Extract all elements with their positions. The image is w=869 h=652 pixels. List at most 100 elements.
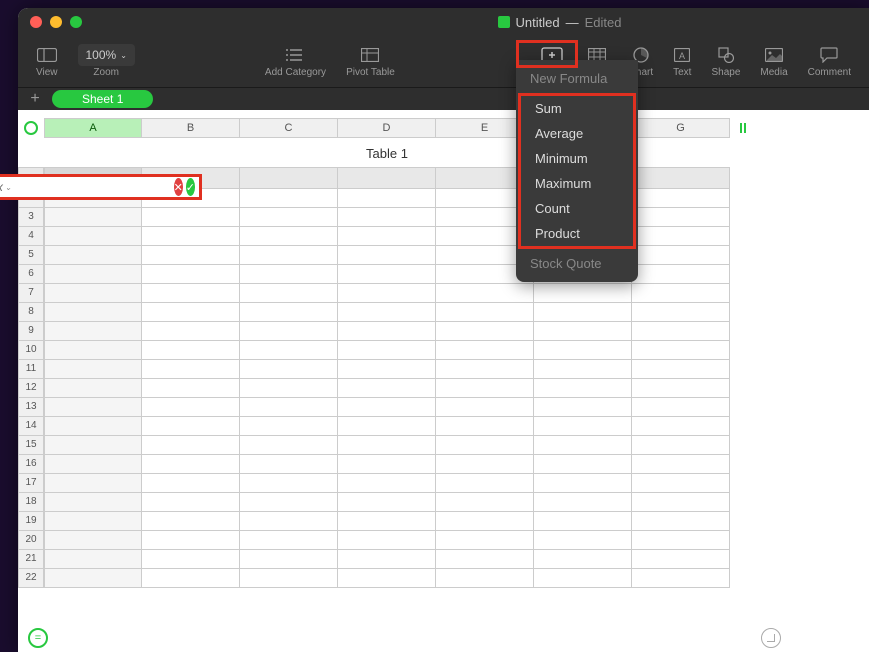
formula-accept-button[interactable]: ✓ xyxy=(186,178,195,196)
row-header[interactable]: 7 xyxy=(18,284,44,303)
cell[interactable] xyxy=(436,569,534,588)
row-header[interactable]: 17 xyxy=(18,474,44,493)
cell[interactable] xyxy=(142,246,240,265)
cell[interactable] xyxy=(534,341,632,360)
cell[interactable] xyxy=(436,474,534,493)
menu-stock-quote[interactable]: Stock Quote xyxy=(516,251,638,276)
menu-maximum[interactable]: Maximum xyxy=(521,171,633,196)
cell[interactable] xyxy=(338,246,436,265)
cell[interactable] xyxy=(44,550,142,569)
add-category-button[interactable]: Add Category xyxy=(255,36,336,87)
cell[interactable] xyxy=(632,512,730,531)
cell[interactable] xyxy=(44,246,142,265)
cell[interactable] xyxy=(240,569,338,588)
cell[interactable] xyxy=(44,360,142,379)
shape-button[interactable]: Shape xyxy=(701,36,750,87)
cell[interactable] xyxy=(240,550,338,569)
menu-sum[interactable]: Sum xyxy=(521,96,633,121)
cell[interactable] xyxy=(240,167,338,189)
row-header[interactable]: 10 xyxy=(18,341,44,360)
cell[interactable] xyxy=(44,322,142,341)
close-window-button[interactable] xyxy=(30,16,42,28)
cell[interactable] xyxy=(534,474,632,493)
cell[interactable] xyxy=(436,398,534,417)
view-button[interactable]: View xyxy=(26,36,68,87)
cell[interactable] xyxy=(44,227,142,246)
formula-shortcut-button[interactable]: = xyxy=(28,628,48,648)
cell[interactable] xyxy=(534,284,632,303)
cell[interactable] xyxy=(534,493,632,512)
cell[interactable] xyxy=(240,360,338,379)
cell[interactable] xyxy=(240,284,338,303)
cell[interactable] xyxy=(142,455,240,474)
cell[interactable] xyxy=(338,436,436,455)
cell[interactable] xyxy=(534,455,632,474)
cell[interactable] xyxy=(534,550,632,569)
cell[interactable] xyxy=(632,265,730,284)
fx-label[interactable]: fx⌄ xyxy=(0,180,16,194)
cell[interactable] xyxy=(436,379,534,398)
cell[interactable] xyxy=(534,436,632,455)
row-header[interactable]: 21 xyxy=(18,550,44,569)
zoom-control[interactable]: 100%⌄ Zoom xyxy=(68,36,145,87)
col-header-a[interactable]: A xyxy=(44,118,142,138)
cell[interactable] xyxy=(534,322,632,341)
row-header[interactable]: 20 xyxy=(18,531,44,550)
cell[interactable] xyxy=(44,284,142,303)
cell[interactable] xyxy=(436,303,534,322)
cell[interactable] xyxy=(142,512,240,531)
cell[interactable] xyxy=(632,474,730,493)
cell[interactable] xyxy=(142,265,240,284)
cell[interactable] xyxy=(142,208,240,227)
row-header[interactable]: 3 xyxy=(18,208,44,227)
cell[interactable] xyxy=(240,398,338,417)
cell[interactable] xyxy=(142,531,240,550)
col-header-b[interactable]: B xyxy=(142,118,240,138)
menu-new-formula[interactable]: New Formula xyxy=(516,66,638,91)
cell[interactable] xyxy=(44,417,142,436)
cell[interactable] xyxy=(632,379,730,398)
cell[interactable] xyxy=(338,360,436,379)
row-header[interactable]: 14 xyxy=(18,417,44,436)
cell[interactable] xyxy=(142,550,240,569)
cell[interactable] xyxy=(240,455,338,474)
cell[interactable] xyxy=(436,455,534,474)
cell[interactable] xyxy=(44,493,142,512)
cell[interactable] xyxy=(142,303,240,322)
cell[interactable] xyxy=(240,189,338,208)
cell[interactable] xyxy=(338,227,436,246)
row-header[interactable]: 11 xyxy=(18,360,44,379)
cell[interactable] xyxy=(632,303,730,322)
cell[interactable] xyxy=(240,265,338,284)
cell[interactable] xyxy=(632,341,730,360)
cell[interactable] xyxy=(338,322,436,341)
col-header-c[interactable]: C xyxy=(240,118,338,138)
cell[interactable] xyxy=(632,398,730,417)
cell[interactable] xyxy=(240,208,338,227)
formula-cancel-button[interactable]: ✕ xyxy=(174,178,183,196)
cell[interactable] xyxy=(142,360,240,379)
cell[interactable] xyxy=(142,474,240,493)
cell[interactable] xyxy=(240,493,338,512)
fullscreen-window-button[interactable] xyxy=(70,16,82,28)
cell[interactable] xyxy=(142,341,240,360)
cell[interactable] xyxy=(44,455,142,474)
cell[interactable] xyxy=(142,569,240,588)
cell[interactable] xyxy=(436,436,534,455)
cell[interactable] xyxy=(240,246,338,265)
cell[interactable] xyxy=(338,474,436,493)
cell[interactable] xyxy=(240,474,338,493)
cell[interactable] xyxy=(240,379,338,398)
cell[interactable] xyxy=(436,417,534,436)
cell[interactable] xyxy=(436,493,534,512)
col-header-g[interactable]: G xyxy=(632,118,730,138)
cell[interactable] xyxy=(142,284,240,303)
menu-minimum[interactable]: Minimum xyxy=(521,146,633,171)
text-button[interactable]: A Text xyxy=(663,36,701,87)
cell[interactable] xyxy=(338,167,436,189)
cell[interactable] xyxy=(338,398,436,417)
cell[interactable] xyxy=(142,493,240,512)
cell[interactable] xyxy=(240,227,338,246)
cell[interactable] xyxy=(632,531,730,550)
cell[interactable] xyxy=(534,379,632,398)
